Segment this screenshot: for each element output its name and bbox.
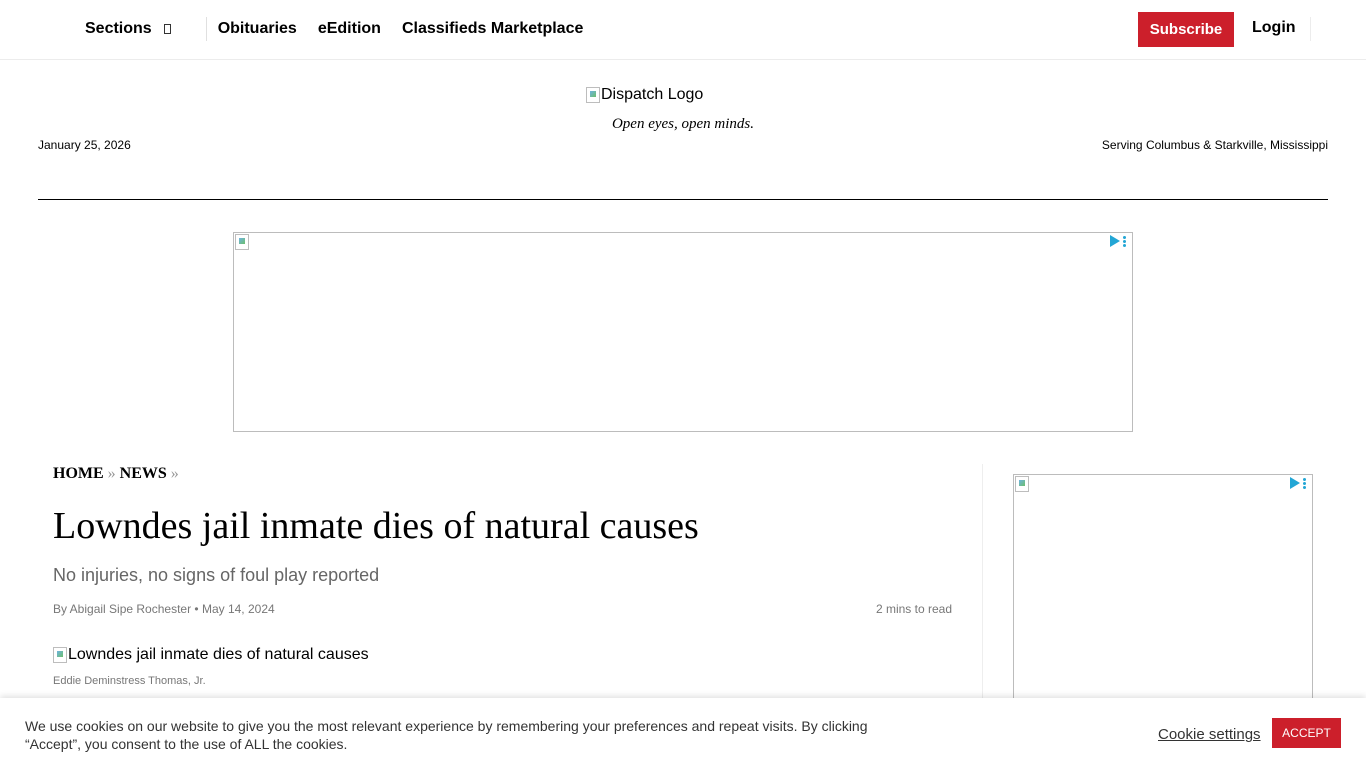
sections-menu-button[interactable]: Sections [85,20,171,38]
breadcrumb: HOME» NEWS» [53,465,183,483]
serving-area: Serving Columbus & Starkville, Mississip… [1101,138,1328,152]
accept-cookies-button[interactable]: ACCEPT [1272,718,1341,748]
subscribe-button[interactable]: Subscribe [1138,12,1234,47]
adchoices-play-icon [1110,235,1120,247]
cookie-message: We use cookies on our website to give yo… [25,718,868,752]
masthead-rule [38,199,1328,200]
article-byline: By Abigail Sipe Rochester • May 14, 2024 [53,602,275,616]
image-caption: Eddie Deminstress Thomas, Jr. [53,675,206,687]
broken-image-icon [1015,476,1029,492]
dispatch-logo[interactable]: Dispatch Logo [586,86,703,104]
nav-right-divider [1310,17,1311,41]
sections-label: Sections [85,19,152,37]
adchoices-menu-icon [1123,235,1126,247]
breadcrumb-separator: » [170,465,179,482]
article-image: Lowndes jail inmate dies of natural caus… [53,646,369,664]
nav-eedition-link[interactable]: eEdition [318,20,381,38]
nav-classifieds-link[interactable]: Classifieds Marketplace [402,20,583,38]
breadcrumb-separator: » [107,465,116,482]
sidebar-ad[interactable] [1013,474,1313,704]
broken-image-icon [53,647,67,663]
cookie-settings-link[interactable]: Cookie settings [1158,726,1261,743]
column-separator [982,464,983,704]
adchoices-icon[interactable] [1110,235,1126,247]
broken-image-icon [586,87,600,103]
sections-caret-icon [163,23,171,34]
current-date: January 25, 2026 [38,138,131,152]
nav-divider [205,16,207,41]
article-headline: Lowndes jail inmate dies of natural caus… [53,505,699,547]
tagline: Open eyes, open minds. [611,116,755,132]
adchoices-menu-icon [1303,477,1306,489]
adchoices-play-icon [1290,477,1300,489]
login-link[interactable]: Login [1252,19,1296,37]
top-navigation: Sections Obituaries eEdition Classifieds… [0,0,1366,60]
adchoices-icon[interactable] [1290,477,1306,489]
cookie-consent-bar: We use cookies on our website to give yo… [0,698,1366,768]
broken-image-icon [235,234,249,250]
nav-obituaries-link[interactable]: Obituaries [218,20,297,38]
read-time: 2 mins to read [875,602,952,616]
logo-alt-text: Dispatch Logo [601,86,704,103]
article-image-alt: Lowndes jail inmate dies of natural caus… [68,646,369,663]
breadcrumb-news-link[interactable]: NEWS [120,465,167,482]
leaderboard-ad[interactable] [233,232,1133,432]
breadcrumb-home-link[interactable]: HOME [53,465,104,482]
nav-left: Sections Obituaries eEdition Classifieds… [85,0,604,57]
article-subhead: No injuries, no signs of foul play repor… [53,565,380,585]
